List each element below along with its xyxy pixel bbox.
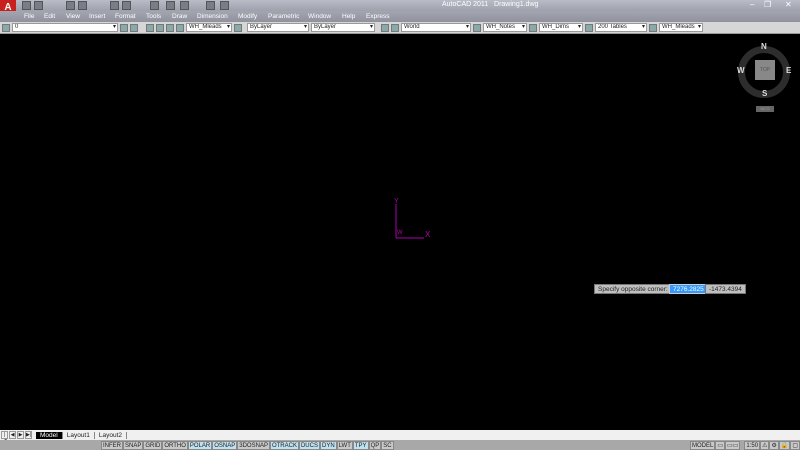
menu-format[interactable]: Format — [115, 13, 136, 20]
close-button[interactable]: ✕ — [785, 0, 792, 9]
menu-insert[interactable]: Insert — [89, 13, 105, 20]
model-space-button[interactable]: MODEL — [690, 440, 716, 450]
layer-previous-icon[interactable] — [120, 23, 128, 32]
layer-icon[interactable] — [122, 1, 131, 10]
ucs-dropdown[interactable]: World — [401, 23, 471, 32]
menu-tools[interactable]: Tools — [146, 13, 161, 20]
multileader-icon[interactable] — [146, 23, 154, 32]
dim-style-icon[interactable] — [529, 23, 537, 32]
tab-layout2[interactable]: Layout2 — [95, 431, 127, 439]
tab-model[interactable]: Model — [36, 431, 63, 439]
compass-west[interactable]: W — [737, 66, 745, 75]
status-bar: INFER SNAP GRID ORTHO POLAR OSNAP 3DOSNAP OTRAC… — [0, 440, 800, 450]
mleader-style-icon[interactable] — [234, 23, 242, 32]
quick-view-drawings-icon[interactable]: ▭▭ — [725, 440, 741, 450]
mleader-style-dropdown-2[interactable]: WH_Mleads — [659, 23, 703, 32]
toggle-lwt[interactable]: LWT — [336, 440, 353, 450]
minimize-button[interactable]: – — [750, 0, 754, 9]
table-style-icon[interactable] — [585, 23, 593, 32]
dynamic-input-x[interactable]: 7276.2825 — [669, 284, 708, 294]
dynamic-input-prompt: Specify opposite corner: — [594, 284, 672, 294]
annotation-scale[interactable]: 1:50 — [744, 440, 761, 450]
menu-window[interactable]: Window — [308, 13, 331, 20]
ucs-w-label: W — [397, 230, 403, 236]
toggle-snap[interactable]: SNAP — [123, 440, 144, 450]
toggle-ortho[interactable]: ORTHO — [162, 440, 188, 450]
layer-manager-icon[interactable] — [2, 23, 10, 32]
text-icon[interactable] — [78, 1, 87, 10]
plot-icon[interactable] — [66, 1, 75, 10]
drawing-canvas[interactable]: Y X W — [0, 34, 800, 430]
viewcube-top-face[interactable]: TOP — [755, 60, 775, 80]
ucs-x-label: X — [425, 230, 431, 239]
color-dropdown[interactable]: ByLayer — [247, 23, 309, 32]
last-tab-button[interactable]: ▶| — [25, 431, 32, 439]
menu-help[interactable]: Help — [342, 13, 355, 20]
remove-leader-icon[interactable] — [166, 23, 174, 32]
toggle-qp[interactable]: QP — [368, 440, 382, 450]
toggle-grid[interactable]: GRID — [143, 440, 163, 450]
menu-modify[interactable]: Modify — [238, 13, 257, 20]
save-icon[interactable] — [34, 1, 43, 10]
layout-tabs: |◀ ◀ ▶ ▶| Model Layout1 Layout2 — [0, 430, 800, 444]
folder-icon[interactable] — [206, 1, 215, 10]
window-title: AutoCAD 2011 Drawing1.dwg — [442, 1, 539, 8]
compass-north[interactable]: N — [761, 42, 767, 51]
menu-edit[interactable]: Edit — [44, 13, 55, 20]
dynamic-input-y[interactable]: -1473.4394 — [705, 284, 746, 294]
toggle-dyn[interactable]: DYN — [319, 440, 337, 450]
ucs-icon[interactable] — [381, 23, 389, 32]
align-leader-icon[interactable] — [176, 23, 184, 32]
text-style-icon[interactable] — [473, 23, 481, 32]
toggle-polar[interactable]: POLAR — [187, 440, 213, 450]
match-icon[interactable] — [150, 1, 159, 10]
drafting-toggles: INFER SNAP GRID ORTHO POLAR OSNAP 3DOSNAP OTRAC… — [101, 440, 394, 450]
zoom-window-icon[interactable] — [180, 1, 189, 10]
toggle-infer[interactable]: INFER — [101, 440, 123, 450]
mleader-style-dropdown[interactable]: WH_Mleads — [186, 23, 232, 32]
workspace-icon[interactable]: ⚙ — [769, 440, 779, 450]
table-style-dropdown[interactable]: 200 Tables — [595, 23, 647, 32]
quick-view-layouts-icon[interactable]: ▭ — [715, 440, 726, 450]
compass-east[interactable]: E — [786, 66, 791, 75]
linetype-dropdown[interactable]: ByLayer — [311, 23, 375, 32]
toggle-tpy[interactable]: TPY — [352, 440, 369, 450]
maximize-button[interactable]: ❐ — [764, 0, 771, 9]
toggle-otrack[interactable]: OTRACK — [269, 440, 299, 450]
text-style-dropdown[interactable]: WH_Notes — [483, 23, 527, 32]
toggle-osnap[interactable]: OSNAP — [212, 440, 238, 450]
mleader-style-icon-2[interactable] — [649, 23, 657, 32]
properties-icon[interactable] — [110, 1, 119, 10]
dim-style-dropdown[interactable]: WH_Dims — [539, 23, 583, 32]
toggle-sc[interactable]: SC — [381, 440, 394, 450]
menu-file[interactable]: File — [24, 13, 34, 20]
next-tab-button[interactable]: ▶ — [17, 431, 24, 439]
title-bar: AutoCAD 2011 Drawing1.dwg – ❐ ✕ — [0, 0, 800, 11]
tab-layout1[interactable]: Layout1 — [63, 431, 95, 439]
first-tab-button[interactable]: |◀ — [1, 431, 8, 444]
add-leader-icon[interactable] — [156, 23, 164, 32]
layer-icon[interactable] — [130, 23, 138, 32]
menu-view[interactable]: View — [66, 13, 80, 20]
lock-icon[interactable]: 🔒 — [778, 440, 791, 450]
sheet-icon[interactable] — [220, 1, 229, 10]
toggle-3dosnap[interactable]: 3DOSNAP — [237, 440, 270, 450]
prev-tab-button[interactable]: ◀ — [9, 431, 16, 439]
zoom-icon[interactable] — [166, 1, 175, 10]
compass-south[interactable]: S — [762, 89, 767, 98]
ucs-y-label: Y — [394, 198, 399, 205]
menu-draw[interactable]: Draw — [172, 13, 187, 20]
menu-dimension[interactable]: Dimension — [197, 13, 228, 20]
menu-parametric[interactable]: Parametric — [268, 13, 299, 20]
layer-dropdown[interactable]: 0 — [12, 23, 118, 32]
clean-screen-icon[interactable]: ▢ — [790, 440, 800, 450]
toolbar: 0 WH_Mleads ByLayer ByLayer World WH_Not… — [0, 22, 800, 34]
toggle-ducs[interactable]: DUCS — [298, 440, 320, 450]
wcs-menu[interactable]: WCS — [756, 106, 774, 112]
ucs-named-icon[interactable] — [391, 23, 399, 32]
annotation-visibility-icon[interactable]: ⚠ — [760, 440, 770, 450]
open-icon[interactable] — [22, 1, 31, 10]
menu-express[interactable]: Express — [366, 13, 389, 20]
